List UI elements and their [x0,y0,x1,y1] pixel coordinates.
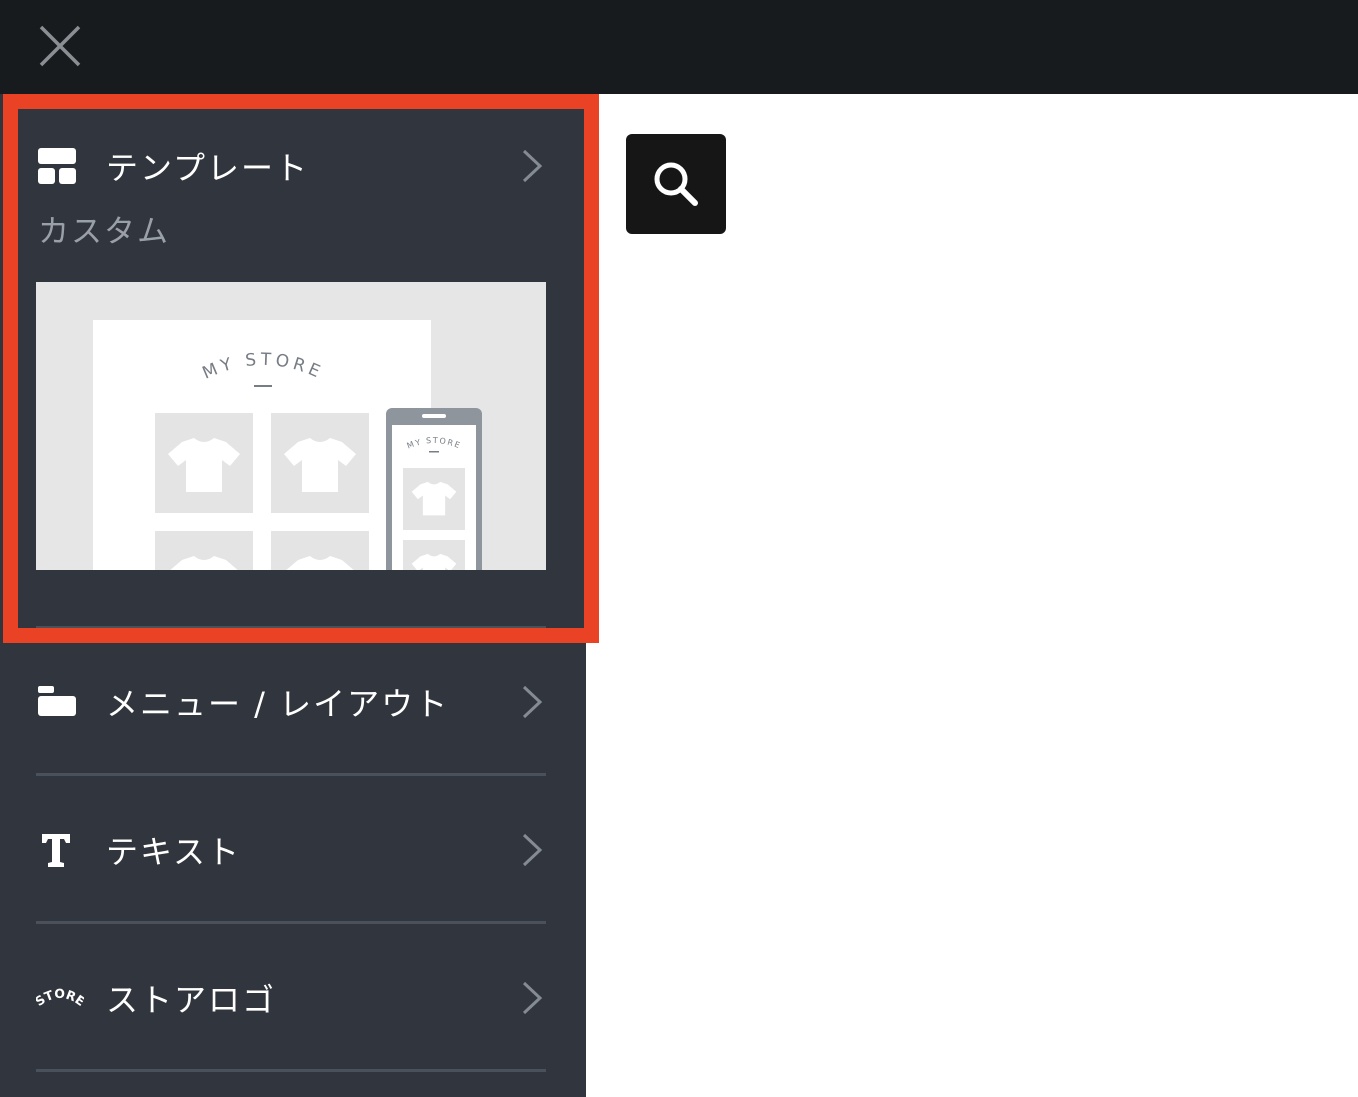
text-t-icon [36,826,84,874]
close-icon [39,25,81,67]
divider [36,1069,546,1072]
sidebar-item-label: メニュー / レイアウト [106,685,450,723]
sidebar-item-store-logo[interactable]: STORE ストアロゴ [36,968,546,1028]
top-bar [0,0,1358,94]
template-grid-icon [36,142,84,190]
template-preview[interactable]: MY STORE MY STORE [36,282,546,570]
menu-layout-icon [36,678,84,726]
template-preview-illustration: MY STORE MY STORE [93,320,482,570]
chevron-right-icon [522,981,543,1015]
divider [36,773,546,776]
sidebar-item-label: ストアロゴ [106,981,277,1019]
sidebar-item-label: テンプレート [106,149,310,187]
divider [36,626,546,629]
close-button[interactable] [36,22,84,70]
current-template-name: カスタム [38,214,170,250]
svg-text:STORE: STORE [36,986,84,1009]
search-icon [654,162,698,206]
sidebar-item-text[interactable]: テキスト [36,820,546,880]
search-button[interactable] [626,134,726,234]
sidebar-item-menu-layout[interactable]: メニュー / レイアウト [36,672,546,732]
chevron-right-icon [522,149,543,183]
chevron-right-icon [522,833,543,867]
sidebar-item-template[interactable]: テンプレート [36,136,546,196]
store-logo-icon: STORE [36,974,84,1022]
chevron-right-icon [522,685,543,719]
divider [36,921,546,924]
sidebar-item-label: テキスト [106,833,242,871]
